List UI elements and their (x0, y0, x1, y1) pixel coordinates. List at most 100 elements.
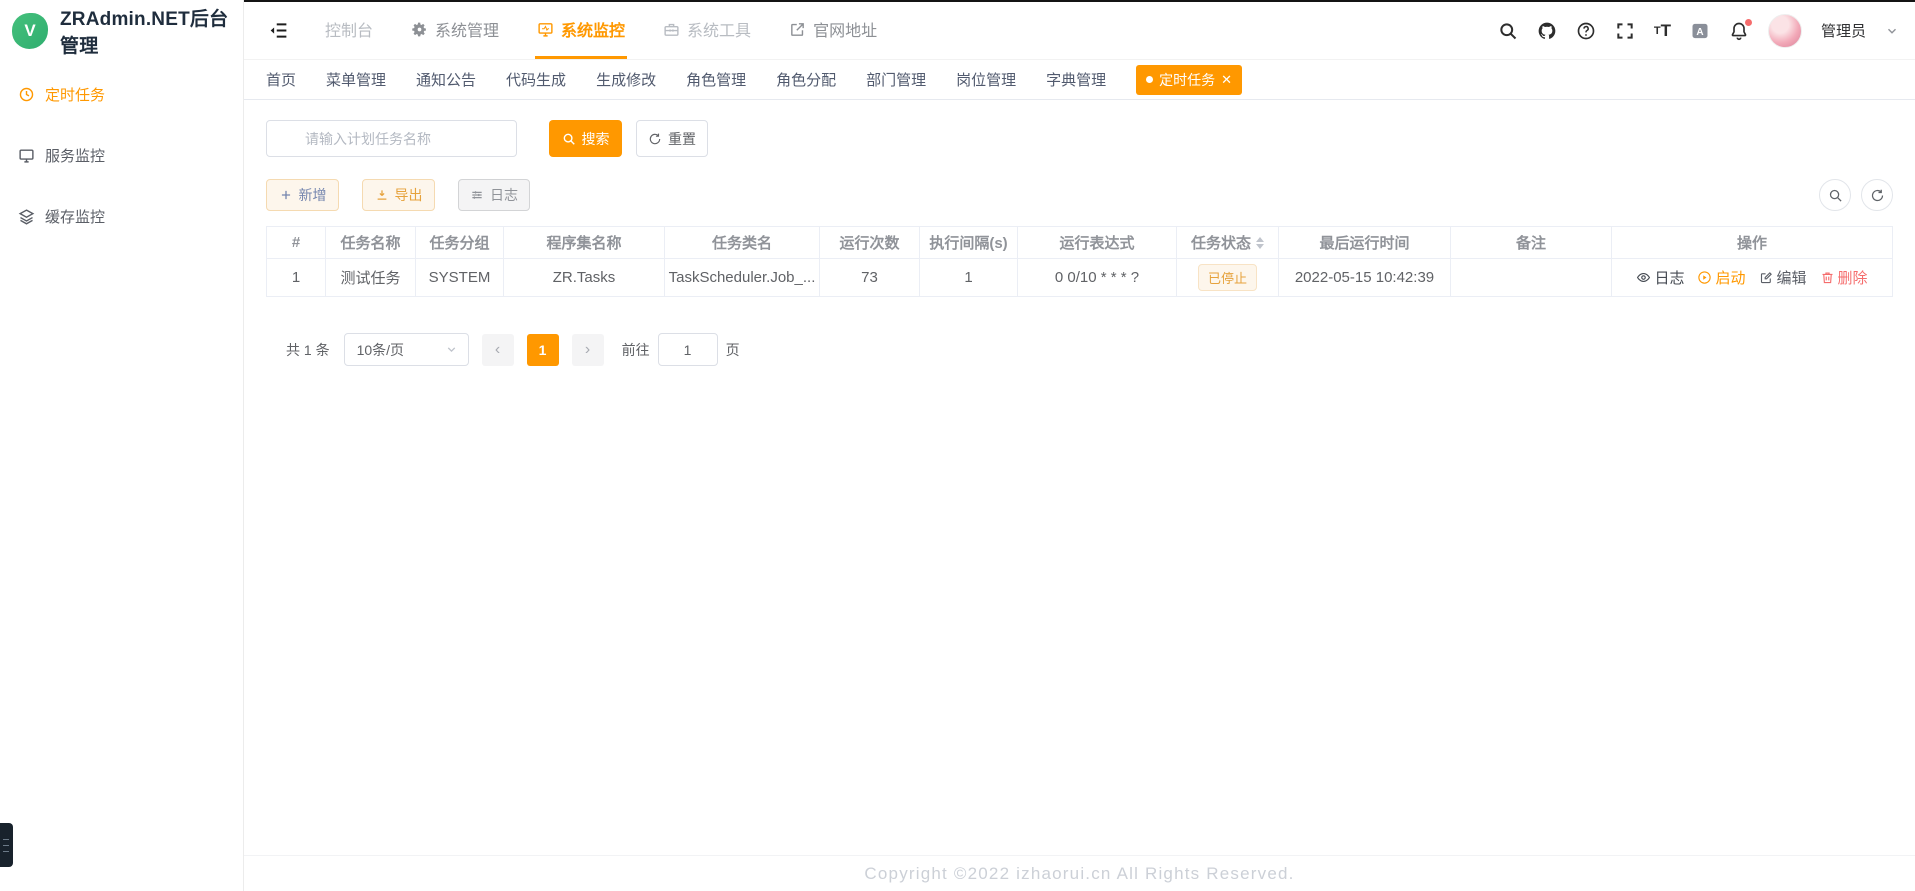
sidebar-item-label: 服务监控 (45, 145, 105, 166)
app-title: ZRAdmin.NET后台管理 (60, 4, 231, 58)
export-button-label: 导出 (395, 185, 423, 205)
toggle-search-button[interactable] (1819, 179, 1851, 211)
goto-label: 前往 (622, 340, 650, 360)
tab-dept-manage[interactable]: 部门管理 (866, 69, 926, 90)
page-size-value: 10条/页 (357, 340, 404, 360)
refresh-table-button[interactable] (1861, 179, 1893, 211)
goto-unit-label: 页 (726, 340, 740, 360)
col-task-group: 任务分组 (416, 227, 504, 259)
nav-item-system-tools[interactable]: 系统工具 (661, 2, 753, 59)
tab-close-icon[interactable]: ✕ (1221, 73, 1232, 86)
svg-text:A: A (1696, 26, 1703, 37)
col-assembly: 程序集名称 (504, 227, 665, 259)
tab-code-gen[interactable]: 代码生成 (506, 69, 566, 90)
nav-item-system-monitor[interactable]: 系统监控 (535, 2, 627, 59)
col-status[interactable]: 任务状态 (1177, 227, 1279, 259)
next-page-button[interactable]: › (572, 334, 604, 366)
sidebar-item-cache-monitor[interactable]: 缓存监控 (0, 186, 243, 247)
nav-item-official-site[interactable]: 官网地址 (787, 2, 879, 59)
cell-assembly: ZR.Tasks (504, 259, 665, 297)
col-cron: 运行表达式 (1018, 227, 1177, 259)
user-avatar[interactable] (1768, 14, 1802, 48)
nav-item-console[interactable]: 控制台 (323, 2, 375, 59)
tab-post-manage[interactable]: 岗位管理 (956, 69, 1016, 90)
sidebar: V ZRAdmin.NET后台管理 定时任务 服务监控 缓存监控 (0, 0, 244, 891)
prev-page-button[interactable]: ‹ (482, 334, 514, 366)
search-button-label: 搜索 (582, 129, 610, 149)
search-icon (1498, 21, 1518, 41)
tab-role-manage[interactable]: 角色管理 (686, 69, 746, 90)
font-size-button[interactable]: TT (1654, 21, 1671, 41)
sidebar-item-scheduled-tasks[interactable]: 定时任务 (0, 64, 243, 125)
row-log-label: 日志 (1654, 267, 1684, 288)
app-logo-row[interactable]: V ZRAdmin.NET后台管理 (0, 0, 243, 62)
reset-button[interactable]: 重置 (636, 120, 708, 157)
row-start-link[interactable]: 启动 (1697, 267, 1745, 288)
sort-carets-icon[interactable] (1256, 237, 1264, 249)
trash-icon (1820, 270, 1835, 285)
tab-notice[interactable]: 通知公告 (416, 69, 476, 90)
search-form: 搜索 重置 (266, 120, 1893, 157)
search-button[interactable]: 搜索 (549, 120, 622, 157)
table-toolbar: 新增 导出 日志 (266, 179, 1893, 211)
sidebar-item-label: 缓存监控 (45, 206, 105, 227)
tab-dict-manage[interactable]: 字典管理 (1046, 69, 1106, 90)
active-tab-dot (1146, 76, 1153, 83)
notifications-button[interactable] (1729, 21, 1749, 41)
page-footer: Copyright ©2022 izhaorui.cn All Rights R… (244, 855, 1915, 891)
cell-index: 1 (267, 259, 326, 297)
sliders-icon (470, 188, 484, 202)
table-header-row: # 任务名称 任务分组 程序集名称 任务类名 运行次数 执行间隔(s) 运行表达… (267, 227, 1893, 259)
translate-button[interactable]: A (1690, 21, 1710, 41)
goto-page-input[interactable] (658, 333, 718, 366)
row-log-link[interactable]: 日志 (1636, 267, 1684, 288)
user-name[interactable]: 管理员 (1821, 20, 1866, 41)
play-circle-icon (1697, 270, 1712, 285)
fullscreen-button[interactable] (1615, 21, 1635, 41)
tags-view-bar: 首页 菜单管理 通知公告 代码生成 生成修改 角色管理 角色分配 部门管理 岗位… (244, 60, 1915, 100)
col-task-name: 任务名称 (326, 227, 416, 259)
notification-badge (1745, 19, 1752, 26)
page-number-1[interactable]: 1 (527, 334, 559, 366)
nav-item-system-manage[interactable]: 系统管理 (409, 2, 501, 59)
app-logo: V (12, 13, 48, 49)
navbar-tools: TT A 管理员 (1498, 2, 1899, 59)
github-button[interactable] (1537, 21, 1557, 41)
tab-role-assign[interactable]: 角色分配 (776, 69, 836, 90)
export-button[interactable]: 导出 (362, 179, 435, 211)
status-badge: 已停止 (1198, 264, 1257, 291)
tab-gen-edit[interactable]: 生成修改 (596, 69, 656, 90)
sidebar-fold-button[interactable] (268, 2, 289, 59)
clock-icon (18, 86, 35, 103)
col-interval: 执行间隔(s) (920, 227, 1018, 259)
row-edit-link[interactable]: 编辑 (1759, 267, 1807, 288)
download-icon (375, 188, 389, 202)
monitor-icon (18, 147, 35, 164)
cell-job-class: TaskScheduler.Job_... (665, 259, 820, 297)
question-circle-icon (1576, 21, 1596, 41)
nav-item-label: 控制台 (325, 17, 373, 41)
sidebar-menu: 定时任务 服务监控 缓存监控 (0, 62, 243, 247)
log-button[interactable]: 日志 (458, 179, 530, 211)
tab-scheduled-tasks-active[interactable]: 定时任务 ✕ (1136, 65, 1242, 95)
chevron-down-icon[interactable] (1885, 24, 1899, 38)
row-start-label: 启动 (1715, 267, 1745, 288)
nav-item-label: 官网地址 (813, 17, 877, 41)
help-button[interactable] (1576, 21, 1596, 41)
reset-button-label: 重置 (668, 129, 696, 149)
search-icon (1828, 188, 1843, 203)
page-size-select[interactable]: 10条/页 (344, 333, 469, 366)
task-name-input[interactable] (266, 120, 517, 157)
tab-menu-manage[interactable]: 菜单管理 (326, 69, 386, 90)
search-tool-button[interactable] (1498, 21, 1518, 41)
tab-home[interactable]: 首页 (266, 69, 296, 90)
row-delete-link[interactable]: 删除 (1820, 267, 1868, 288)
refresh-icon (648, 132, 662, 146)
font-size-icon: T (1654, 25, 1661, 37)
sidebar-item-service-monitor[interactable]: 服务监控 (0, 125, 243, 186)
add-button[interactable]: 新增 (266, 179, 339, 211)
col-job-class: 任务类名 (665, 227, 820, 259)
fullscreen-icon (1615, 21, 1635, 41)
copyright-text: Copyright ©2022 izhaorui.cn All Rights R… (864, 864, 1294, 884)
collapsed-bottom-widget[interactable] (0, 823, 13, 867)
